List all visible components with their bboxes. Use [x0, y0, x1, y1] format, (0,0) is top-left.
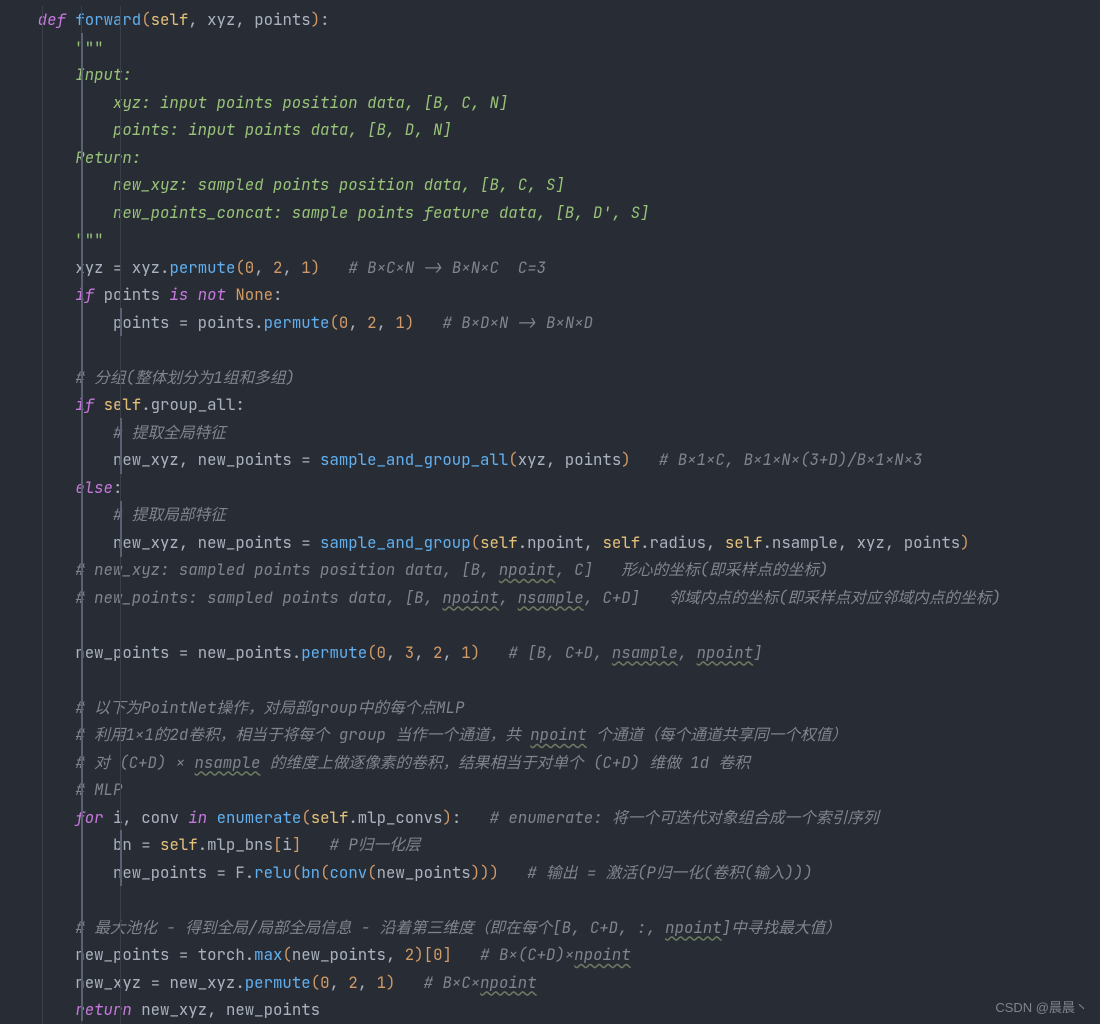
- code-editor[interactable]: def forward(self, xyz, points): """ Inpu…: [0, 0, 1100, 1024]
- code-block: def forward(self, xyz, points): """ Inpu…: [0, 0, 1100, 1024]
- watermark: CSDN @晨晨丶: [995, 997, 1088, 1016]
